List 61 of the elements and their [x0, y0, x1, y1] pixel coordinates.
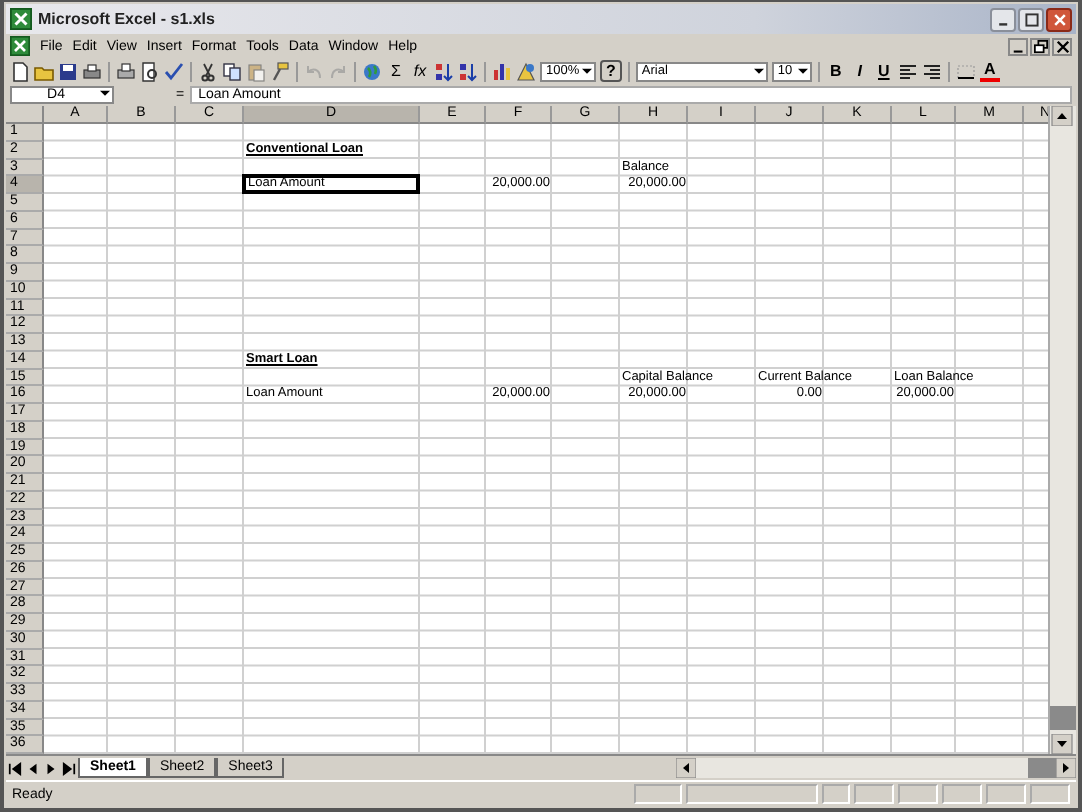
- copy-icon[interactable]: [222, 61, 242, 81]
- dropdown-arrow-icon: [582, 67, 592, 75]
- align-left-icon[interactable]: [897, 61, 918, 81]
- spelling-icon[interactable]: [164, 61, 184, 81]
- scroll-left-icon[interactable]: [676, 758, 696, 778]
- paintbrush-icon[interactable]: [270, 61, 290, 81]
- italic-button[interactable]: I: [849, 62, 870, 80]
- bold-button[interactable]: B: [825, 62, 846, 80]
- chart-icon[interactable]: [492, 61, 512, 81]
- cut-icon[interactable]: [198, 61, 218, 81]
- new-file-icon[interactable]: [10, 61, 30, 81]
- scrollbar-thumb[interactable]: [1050, 706, 1076, 730]
- font-color-button[interactable]: A: [979, 61, 1000, 81]
- next-sheet-icon[interactable]: [44, 761, 58, 775]
- status-panel: [898, 784, 938, 804]
- spreadsheet-icon: [10, 8, 32, 30]
- minimize-button[interactable]: [990, 7, 1016, 31]
- drawing-icon[interactable]: [516, 61, 536, 81]
- window-title: Microsoft Excel - s1.xls: [38, 10, 215, 28]
- last-sheet-icon[interactable]: [62, 761, 76, 775]
- printer-icon[interactable]: [82, 61, 102, 81]
- help-button[interactable]: ?: [600, 60, 622, 82]
- status-panel: [634, 784, 682, 804]
- maximize-icon: [1023, 11, 1039, 27]
- sort-ascending-icon[interactable]: [434, 61, 454, 81]
- sort-descending-icon[interactable]: [458, 61, 478, 81]
- status-panel: [986, 784, 1026, 804]
- status-panel: [942, 784, 982, 804]
- print-preview-icon[interactable]: [140, 61, 160, 81]
- close-icon: [1051, 11, 1067, 27]
- restore-icon: [1033, 39, 1047, 53]
- first-sheet-icon[interactable]: [8, 761, 22, 775]
- dropdown-arrow-icon: [100, 90, 110, 98]
- status-panel: [686, 784, 818, 804]
- scroll-right-icon[interactable]: [1056, 758, 1076, 778]
- restore-button[interactable]: [1030, 37, 1050, 55]
- status-panel: [822, 784, 850, 804]
- horizontal-scrollbar[interactable]: [676, 758, 1076, 778]
- scrollbar-thumb[interactable]: [1028, 758, 1056, 778]
- function-button[interactable]: fx: [410, 62, 430, 80]
- close-icon: [1055, 39, 1069, 53]
- vertical-scrollbar[interactable]: [1048, 106, 1076, 754]
- save-icon[interactable]: [58, 61, 78, 81]
- globe-icon[interactable]: [362, 61, 382, 81]
- maximize-button[interactable]: [1018, 7, 1044, 31]
- close-button[interactable]: [1052, 37, 1072, 55]
- previous-sheet-icon[interactable]: [26, 761, 40, 775]
- close-button[interactable]: [1046, 7, 1072, 31]
- print-icon[interactable]: [116, 61, 136, 81]
- align-right-icon[interactable]: [921, 61, 942, 81]
- scroll-down-icon[interactable]: [1050, 734, 1074, 754]
- underline-button[interactable]: U: [873, 62, 894, 80]
- scroll-up-icon[interactable]: [1050, 106, 1074, 126]
- status-panel: [854, 784, 894, 804]
- minimize-button[interactable]: [1008, 37, 1028, 55]
- spreadsheet-icon[interactable]: [10, 36, 30, 56]
- dropdown-arrow-icon: [753, 67, 764, 75]
- borders-icon[interactable]: [955, 61, 976, 81]
- autosum-button[interactable]: Σ: [386, 62, 406, 80]
- dropdown-arrow-icon: [797, 67, 808, 75]
- status-panel: [1030, 784, 1070, 804]
